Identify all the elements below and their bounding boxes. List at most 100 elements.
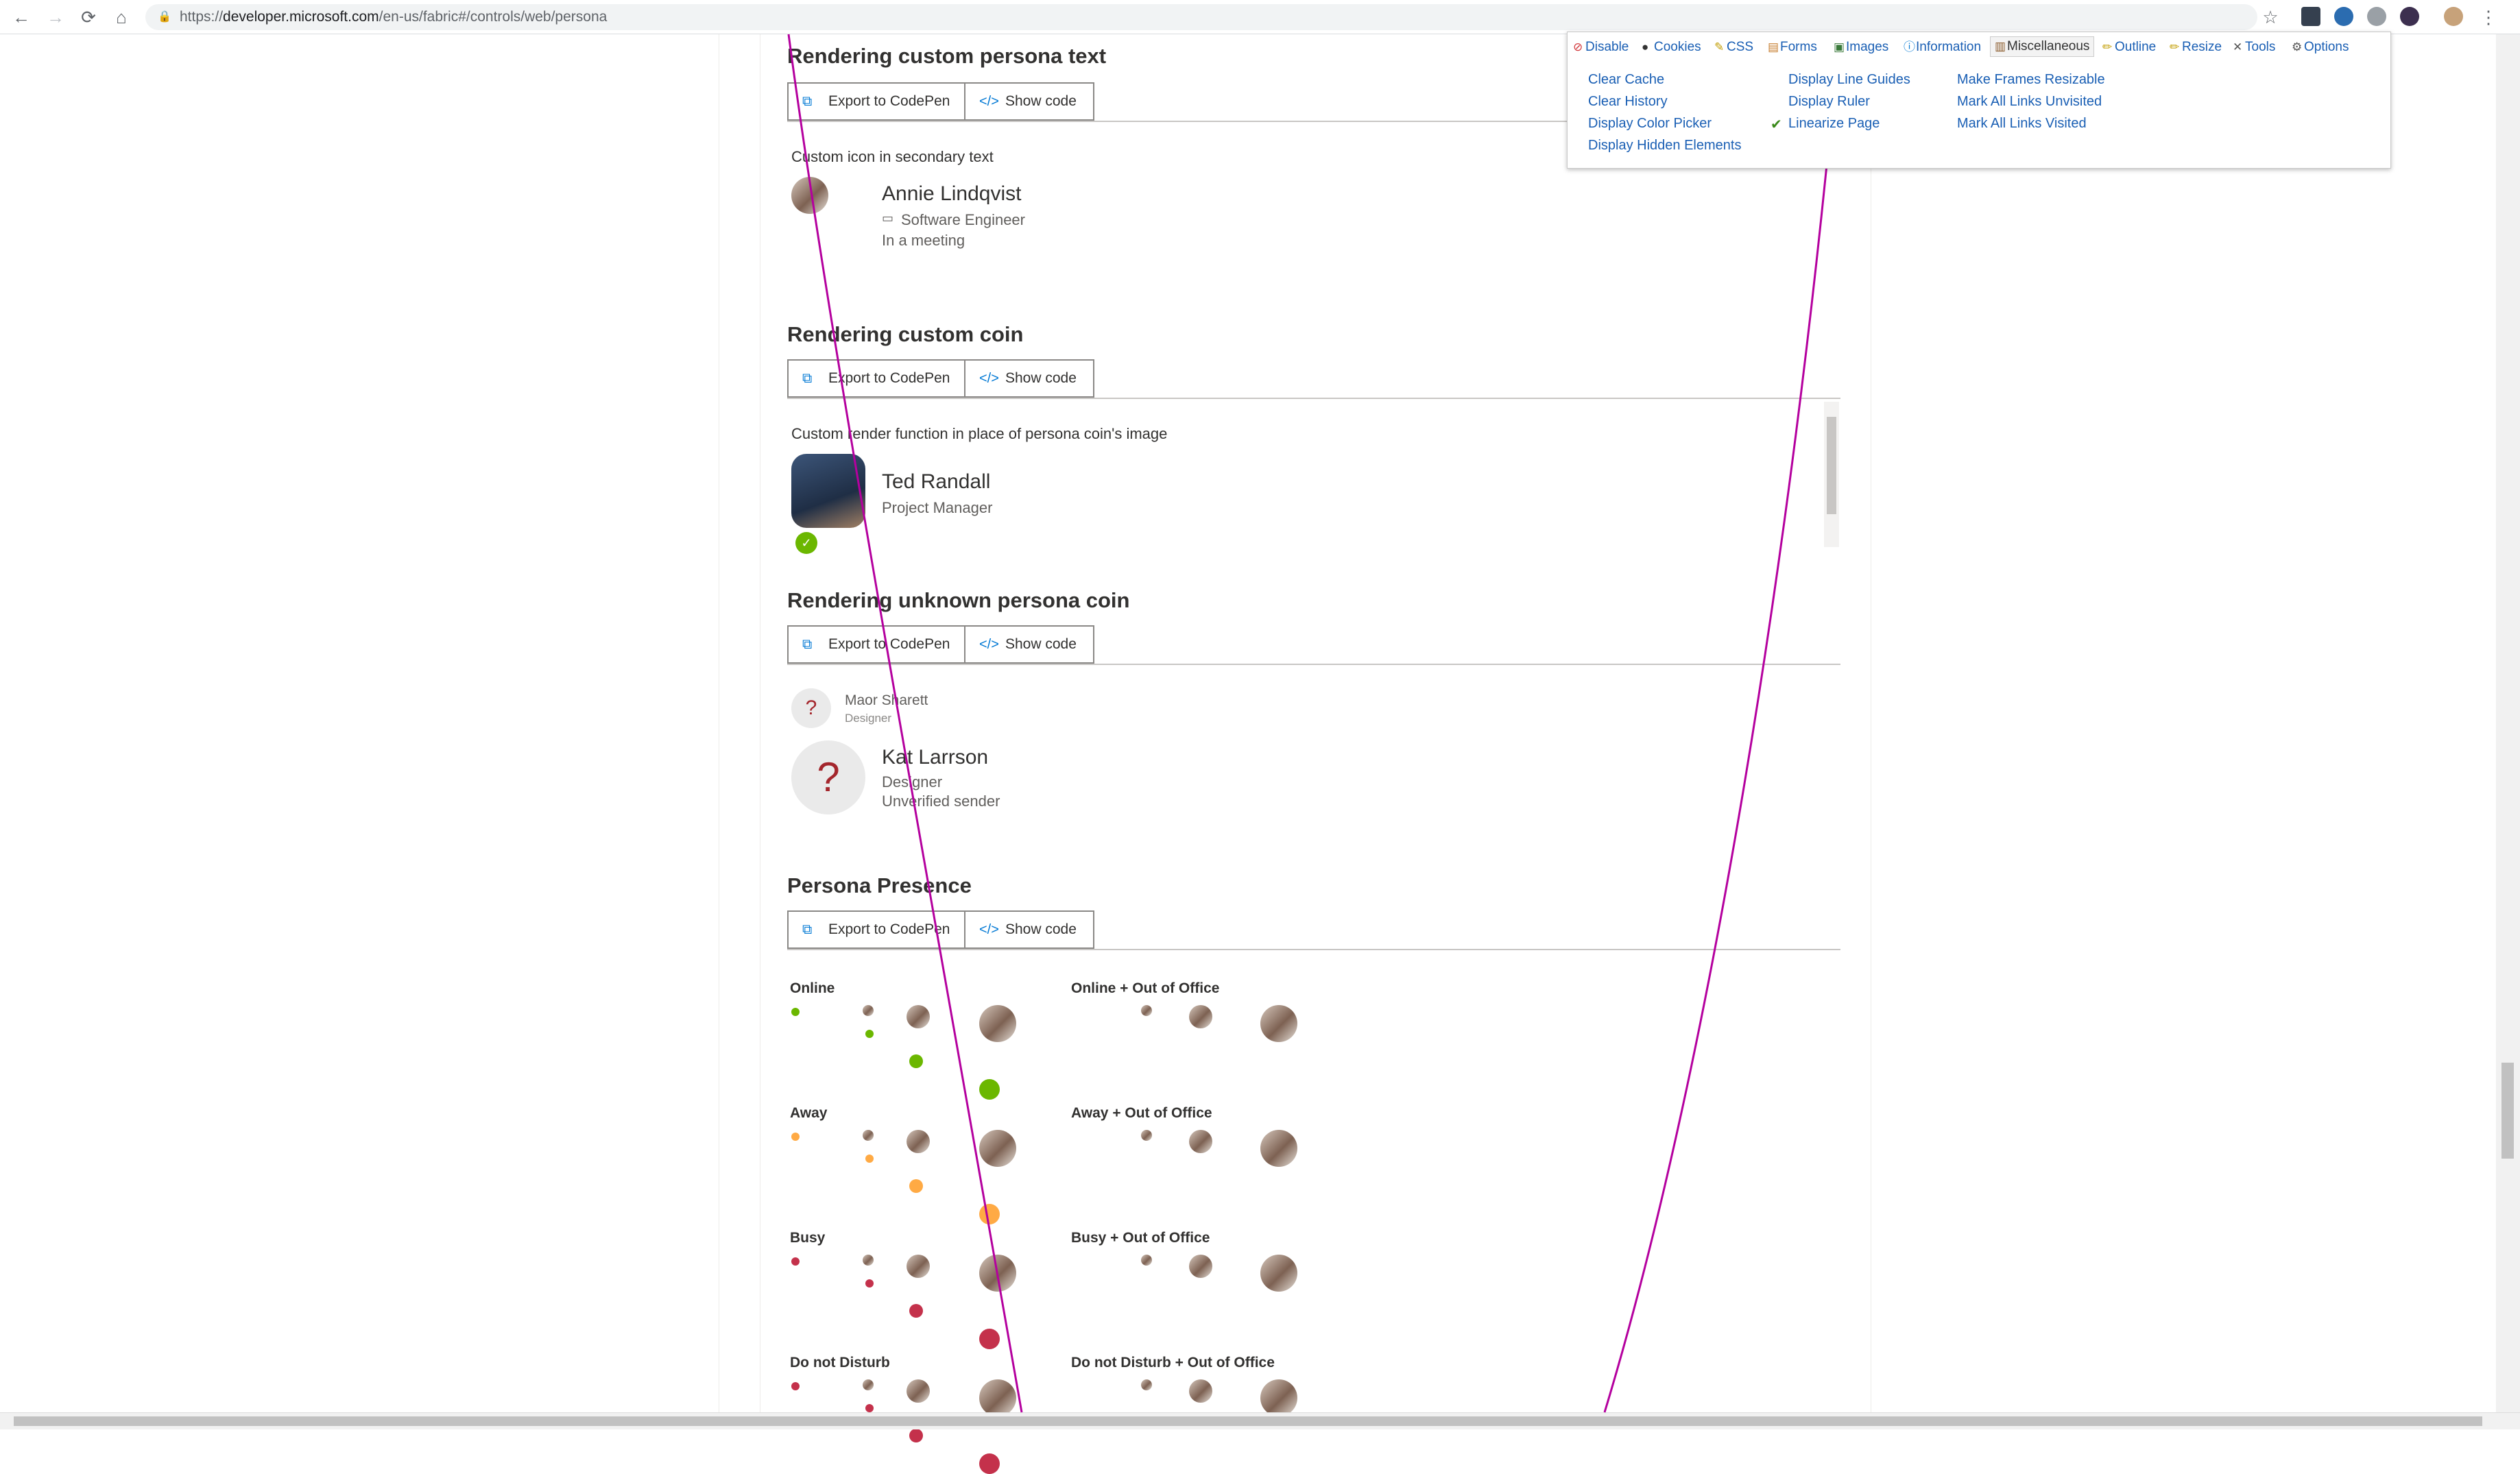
menu-item-make-frames-resizable[interactable]: Make Frames Resizable: [1957, 72, 2105, 88]
web-developer-tabs: ⊘ Disable ● Cookies ✎ CSS ▤ Forms ▣ Images ⓘI…: [1568, 32, 2390, 62]
url-text: https://developer.microsoft.com/en-us/fa…: [180, 9, 608, 25]
show-code-button[interactable]: </> Show code: [964, 82, 1094, 121]
export-icon: ⧉: [802, 637, 813, 652]
persona-coin-image: [979, 1005, 1016, 1042]
web-developer-menu: ⊘ Disable ● Cookies ✎ CSS ▤ Forms ▣ Images ⓘI…: [1567, 32, 2391, 169]
extension-icon[interactable]: [2400, 7, 2419, 26]
extension-icon[interactable]: [2301, 7, 2320, 26]
miscellaneous-icon: ▥: [1995, 40, 2006, 53]
export-codepen-button[interactable]: ⧉ Export to CodePen: [787, 359, 965, 398]
tab-miscellaneous[interactable]: ▥ Miscellaneous: [1990, 36, 2095, 57]
menu-item-linearize-page[interactable]: Linearize Page: [1788, 116, 1880, 132]
tab-resize[interactable]: ✏ Resize: [2170, 38, 2222, 57]
checkmark-icon: ✔: [1771, 117, 1782, 132]
presence-dot-icon: [979, 1329, 1000, 1349]
persona-coin-image: [979, 1130, 1016, 1167]
presence-dot-icon: [979, 1204, 1000, 1224]
extension-icon[interactable]: [2334, 7, 2353, 26]
section-title-unknown-coin: Rendering unknown persona coin: [787, 588, 1130, 612]
briefcase-icon: ▭: [882, 211, 894, 225]
menu-item-display-ruler[interactable]: Display Ruler: [1788, 94, 1870, 110]
presence-label: Do not Disturb + Out of Office: [1071, 1355, 1275, 1370]
example-description: Custom render function in place of perso…: [791, 425, 1168, 442]
lock-icon: 🔒: [158, 11, 171, 23]
custom-coin-photo: [791, 454, 865, 528]
menu-item-display-color-picker[interactable]: Display Color Picker: [1588, 116, 1712, 132]
presence-dot-icon: [865, 1155, 874, 1163]
page-scrollbar[interactable]: [2496, 34, 2520, 1412]
menu-item-mark-links-visited[interactable]: Mark All Links Visited: [1957, 116, 2087, 132]
show-code-button[interactable]: </> Show code: [964, 910, 1094, 949]
menu-item-display-line-guides[interactable]: Display Line Guides: [1788, 72, 1910, 88]
show-code-button[interactable]: </> Show code: [964, 625, 1094, 664]
divider: [787, 949, 1840, 950]
example-scrollbar[interactable]: [1824, 402, 1839, 547]
divider: [787, 664, 1840, 665]
export-codepen-button[interactable]: ⧉ Export to CodePen: [787, 625, 965, 664]
presence-dot-icon: [865, 1279, 874, 1288]
persona-coin-image: [979, 1255, 1016, 1292]
persona-coin-image: [1189, 1005, 1212, 1028]
tab-images[interactable]: ▣ Images: [1834, 38, 1888, 57]
scrollbar-thumb[interactable]: [2501, 1063, 2514, 1159]
reload-icon[interactable]: ⟳: [77, 5, 100, 29]
presence-label: Away: [790, 1105, 828, 1121]
persona-coin-image: [791, 177, 828, 214]
menu-item-clear-cache[interactable]: Clear Cache: [1588, 72, 1664, 88]
horizontal-scrollbar[interactable]: [0, 1412, 2520, 1429]
tab-information[interactable]: ⓘInformation: [1904, 38, 1981, 57]
unknown-coin-large: ?: [791, 740, 865, 814]
persona-name: Annie Lindqvist: [882, 182, 1022, 205]
tab-options[interactable]: ⚙ Options: [2292, 38, 2349, 57]
tab-cookies[interactable]: ● Cookies: [1642, 38, 1701, 57]
presence-dot-icon: [909, 1179, 923, 1193]
resize-icon: ✏: [2170, 40, 2180, 53]
presence-dot-icon: [865, 1404, 874, 1412]
scrollbar-thumb[interactable]: [14, 1416, 2482, 1426]
forward-icon[interactable]: →: [44, 5, 67, 29]
persona-coin-image: [907, 1379, 930, 1403]
presence-label: Do not Disturb: [790, 1355, 890, 1370]
tab-tools[interactable]: ✕ Tools: [2233, 38, 2275, 57]
button-row: ⧉ Export to CodePen </> Show code: [787, 359, 1096, 398]
export-codepen-button[interactable]: ⧉ Export to CodePen: [787, 910, 965, 949]
tab-css[interactable]: ✎ CSS: [1714, 38, 1753, 57]
persona-coin-image: [907, 1005, 930, 1028]
presence-dot-icon: [791, 1133, 800, 1141]
browser-menu-icon[interactable]: ⋮: [2477, 5, 2500, 29]
forms-icon: ▤: [1768, 40, 1779, 53]
presence-dot-icon: [909, 1429, 923, 1442]
example-description: Custom icon in secondary text: [791, 148, 994, 165]
web-developer-extension-icon[interactable]: [2367, 7, 2386, 26]
tab-outline[interactable]: ✏ Outline: [2102, 38, 2156, 57]
tab-forms[interactable]: ▤ Forms: [1768, 38, 1817, 57]
options-icon: ⚙: [2292, 40, 2303, 53]
persona-coin-image: [863, 1379, 874, 1390]
presence-label: Online + Out of Office: [1071, 980, 1220, 996]
export-codepen-button[interactable]: ⧉ Export to CodePen: [787, 82, 965, 121]
cookies-icon: ●: [1642, 40, 1649, 53]
presence-dot-icon: [865, 1030, 874, 1038]
presence-dot-icon: [979, 1453, 1000, 1474]
menu-item-mark-links-unvisited[interactable]: Mark All Links Unvisited: [1957, 94, 2102, 110]
persona-coin-image: [1260, 1130, 1297, 1167]
show-code-button[interactable]: </> Show code: [964, 359, 1094, 398]
presence-dot-icon: [979, 1079, 1000, 1100]
profile-avatar[interactable]: [2444, 7, 2463, 26]
section-title-custom-text: Rendering custom persona text: [787, 44, 1107, 68]
outline-icon: ✏: [2102, 40, 2113, 53]
persona-role-small: Designer: [845, 712, 892, 725]
scrollbar-thumb[interactable]: [1827, 417, 1836, 514]
persona-coin-image: [1260, 1005, 1297, 1042]
persona-role: Project Manager: [882, 499, 993, 516]
tab-disable[interactable]: ⊘ Disable: [1573, 38, 1629, 57]
persona-coin-image: [863, 1255, 874, 1266]
address-bar[interactable]: 🔒 https://developer.microsoft.com/en-us/…: [145, 4, 2257, 30]
button-row: ⧉ Export to CodePen </> Show code: [787, 82, 1096, 121]
bookmark-star-icon[interactable]: ☆: [2259, 5, 2282, 29]
home-icon[interactable]: ⌂: [110, 5, 133, 29]
menu-item-display-hidden-elements[interactable]: Display Hidden Elements: [1588, 138, 1741, 154]
images-icon: ▣: [1834, 40, 1845, 53]
menu-item-clear-history[interactable]: Clear History: [1588, 94, 1668, 110]
back-icon[interactable]: ←: [10, 5, 33, 29]
